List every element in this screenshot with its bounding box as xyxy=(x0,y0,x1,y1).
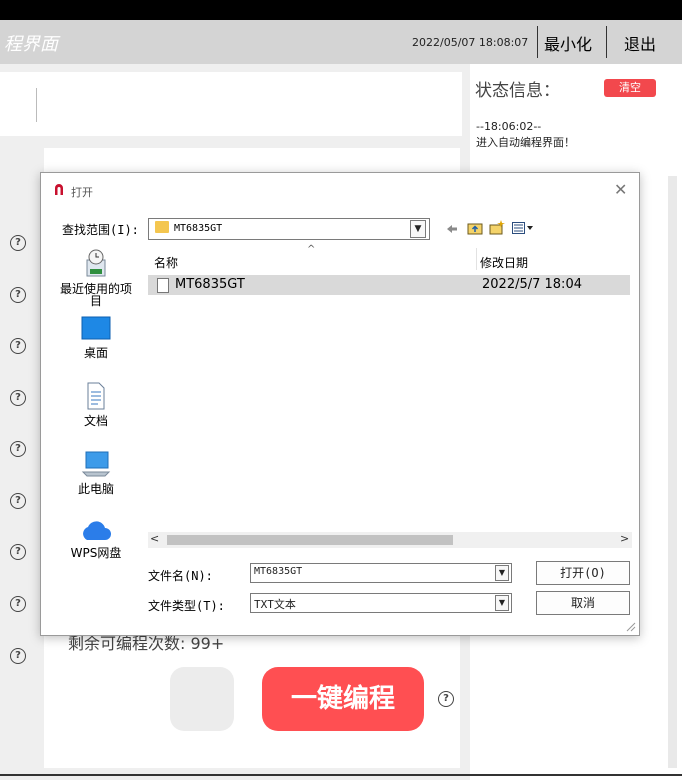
place-label: WPS网盘 xyxy=(70,546,122,560)
input-divider xyxy=(36,88,37,122)
minimize-button[interactable]: 最小化 xyxy=(544,31,592,55)
place-wps-cloud[interactable]: WPS网盘 xyxy=(56,520,136,559)
file-type-label: 文件类型(T): xyxy=(148,599,225,613)
app-icon xyxy=(55,184,63,195)
file-name-cell[interactable]: MT6835GT xyxy=(175,277,245,292)
top-strip xyxy=(0,0,682,20)
chevron-down-icon[interactable]: ▼ xyxy=(410,220,426,238)
help-icon[interactable]: ? xyxy=(10,648,26,664)
place-documents[interactable]: 文档 xyxy=(56,382,136,427)
log-timestamp: --18:06:02-- xyxy=(476,120,542,133)
dialog-title: 打开 xyxy=(71,186,93,199)
app-title: 程界面 xyxy=(4,34,58,55)
bottom-border xyxy=(0,774,682,776)
help-icon[interactable]: ? xyxy=(10,441,26,457)
secondary-button[interactable] xyxy=(170,667,234,731)
chevron-down-icon[interactable]: ▼ xyxy=(495,595,509,611)
look-in-value: MT6835GT xyxy=(174,223,223,234)
column-divider[interactable] xyxy=(476,248,477,270)
scroll-left-icon[interactable]: < xyxy=(150,532,159,545)
desktop-icon xyxy=(81,316,111,340)
exit-button[interactable]: 退出 xyxy=(624,31,656,55)
help-icon[interactable]: ? xyxy=(10,338,26,354)
help-icon[interactable]: ? xyxy=(10,287,26,303)
back-icon[interactable] xyxy=(446,223,458,235)
scrollbar-thumb[interactable] xyxy=(167,535,453,545)
help-icon[interactable]: ? xyxy=(10,235,26,251)
close-icon[interactable]: ✕ xyxy=(614,180,627,199)
view-menu-icon[interactable] xyxy=(512,222,536,234)
help-icon[interactable]: ? xyxy=(10,493,26,509)
resize-grip-icon[interactable] xyxy=(624,620,636,632)
divider xyxy=(606,26,607,58)
cancel-button[interactable]: 取消 xyxy=(536,591,630,615)
chevron-down-icon[interactable]: ▼ xyxy=(495,565,509,581)
open-button[interactable]: 打开(O) xyxy=(536,561,630,585)
file-type-value[interactable]: TXT文本 xyxy=(254,596,296,612)
help-icon[interactable]: ? xyxy=(10,390,26,406)
place-label: 此电脑 xyxy=(77,482,114,496)
datetime-label: 2022/05/07 18:08:07 xyxy=(412,36,529,49)
new-folder-icon[interactable] xyxy=(489,219,505,235)
file-date-cell: 2022/5/7 18:04 xyxy=(482,277,582,292)
cloud-icon xyxy=(83,521,111,540)
column-header-name[interactable]: 名称 xyxy=(154,254,178,271)
place-label: 文档 xyxy=(83,414,108,428)
column-header-date[interactable]: 修改日期 xyxy=(480,254,528,271)
one-key-program-button[interactable]: 一键编程 xyxy=(262,667,424,731)
computer-icon xyxy=(81,451,111,477)
file-name-value[interactable]: MT6835GT xyxy=(254,566,302,577)
file-name-label: 文件名(N): xyxy=(148,569,213,583)
status-label: 状态信息： xyxy=(475,81,560,101)
log-message: 进入自动编程界面！ xyxy=(476,136,575,149)
place-desktop[interactable]: 桌面 xyxy=(56,316,136,359)
documents-icon xyxy=(87,382,105,410)
status-scrollbar[interactable] xyxy=(668,176,677,768)
place-recent[interactable]: 最近使用的项目 xyxy=(56,248,136,307)
help-icon[interactable]: ? xyxy=(10,544,26,560)
recent-icon xyxy=(86,249,106,277)
up-folder-icon[interactable] xyxy=(467,221,483,235)
place-this-pc[interactable]: 此电脑 xyxy=(56,450,136,495)
divider xyxy=(537,26,538,58)
help-icon[interactable]: ? xyxy=(438,691,454,707)
clear-button[interactable]: 清空 xyxy=(604,79,656,97)
sort-up-icon: ^ xyxy=(307,244,316,255)
place-label: 桌面 xyxy=(83,346,108,360)
help-icon[interactable]: ? xyxy=(10,596,26,612)
input-area[interactable] xyxy=(0,72,462,136)
folder-icon xyxy=(155,221,169,233)
scroll-right-icon[interactable]: > xyxy=(620,532,629,545)
place-label: 最近使用的项目 xyxy=(59,282,132,308)
text-file-icon xyxy=(157,278,169,293)
look-in-label: 查找范围(I): xyxy=(62,223,139,237)
